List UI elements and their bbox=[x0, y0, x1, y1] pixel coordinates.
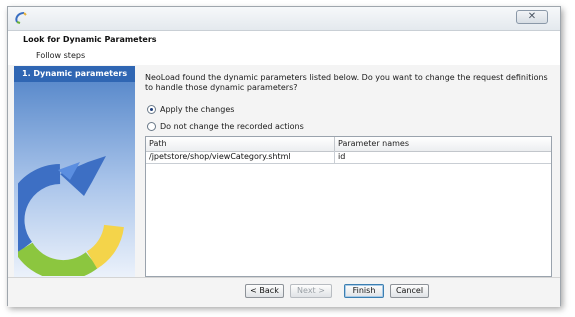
neoload-app-icon bbox=[15, 12, 27, 24]
apply-changes-option[interactable]: Apply the changes bbox=[147, 103, 234, 115]
column-header-parameter-names[interactable]: Parameter names bbox=[335, 137, 551, 151]
cancel-button[interactable]: Cancel bbox=[390, 284, 429, 298]
finish-button[interactable]: Finish bbox=[344, 284, 384, 298]
wizard-body: 1. Dynamic parameters NeoLoad found the … bbox=[8, 65, 560, 278]
next-button[interactable]: Next > bbox=[290, 284, 332, 298]
column-header-path[interactable]: Path bbox=[146, 137, 335, 151]
question-text: NeoLoad found the dynamic parameters lis… bbox=[145, 73, 548, 92]
do-not-change-label: Do not change the recorded actions bbox=[160, 121, 304, 131]
do-not-change-option[interactable]: Do not change the recorded actions bbox=[147, 120, 304, 132]
page-title: Look for Dynamic Parameters bbox=[23, 35, 157, 44]
cell-parameter-names: id bbox=[338, 152, 346, 161]
table-row[interactable]: /jpetstore/shop/viewCategory.shtml id bbox=[146, 151, 551, 164]
wizard-window: ✕ Look for Dynamic Parameters Follow ste… bbox=[7, 6, 561, 307]
apply-changes-radio[interactable] bbox=[147, 104, 156, 114]
wizard-footer: < Back Next > Finish Cancel bbox=[8, 277, 560, 307]
wizard-header: Look for Dynamic Parameters Follow steps bbox=[8, 31, 560, 66]
apply-changes-label: Apply the changes bbox=[160, 104, 235, 114]
close-button[interactable]: ✕ bbox=[516, 10, 548, 24]
page-subtitle: Follow steps bbox=[36, 51, 86, 60]
table-header: Path Parameter names bbox=[146, 137, 551, 152]
parameters-table[interactable]: Path Parameter names /jpetstore/shop/vie… bbox=[145, 136, 552, 277]
sidebar-item-dynamic-parameters[interactable]: 1. Dynamic parameters bbox=[14, 66, 135, 82]
title-bar: ✕ bbox=[8, 7, 560, 31]
cell-path: /jpetstore/shop/viewCategory.shtml bbox=[146, 151, 335, 163]
do-not-change-radio[interactable] bbox=[147, 121, 156, 131]
back-button[interactable]: < Back bbox=[245, 284, 284, 298]
circular-arrow-graphic bbox=[18, 156, 124, 276]
steps-sidebar: 1. Dynamic parameters bbox=[14, 66, 135, 278]
